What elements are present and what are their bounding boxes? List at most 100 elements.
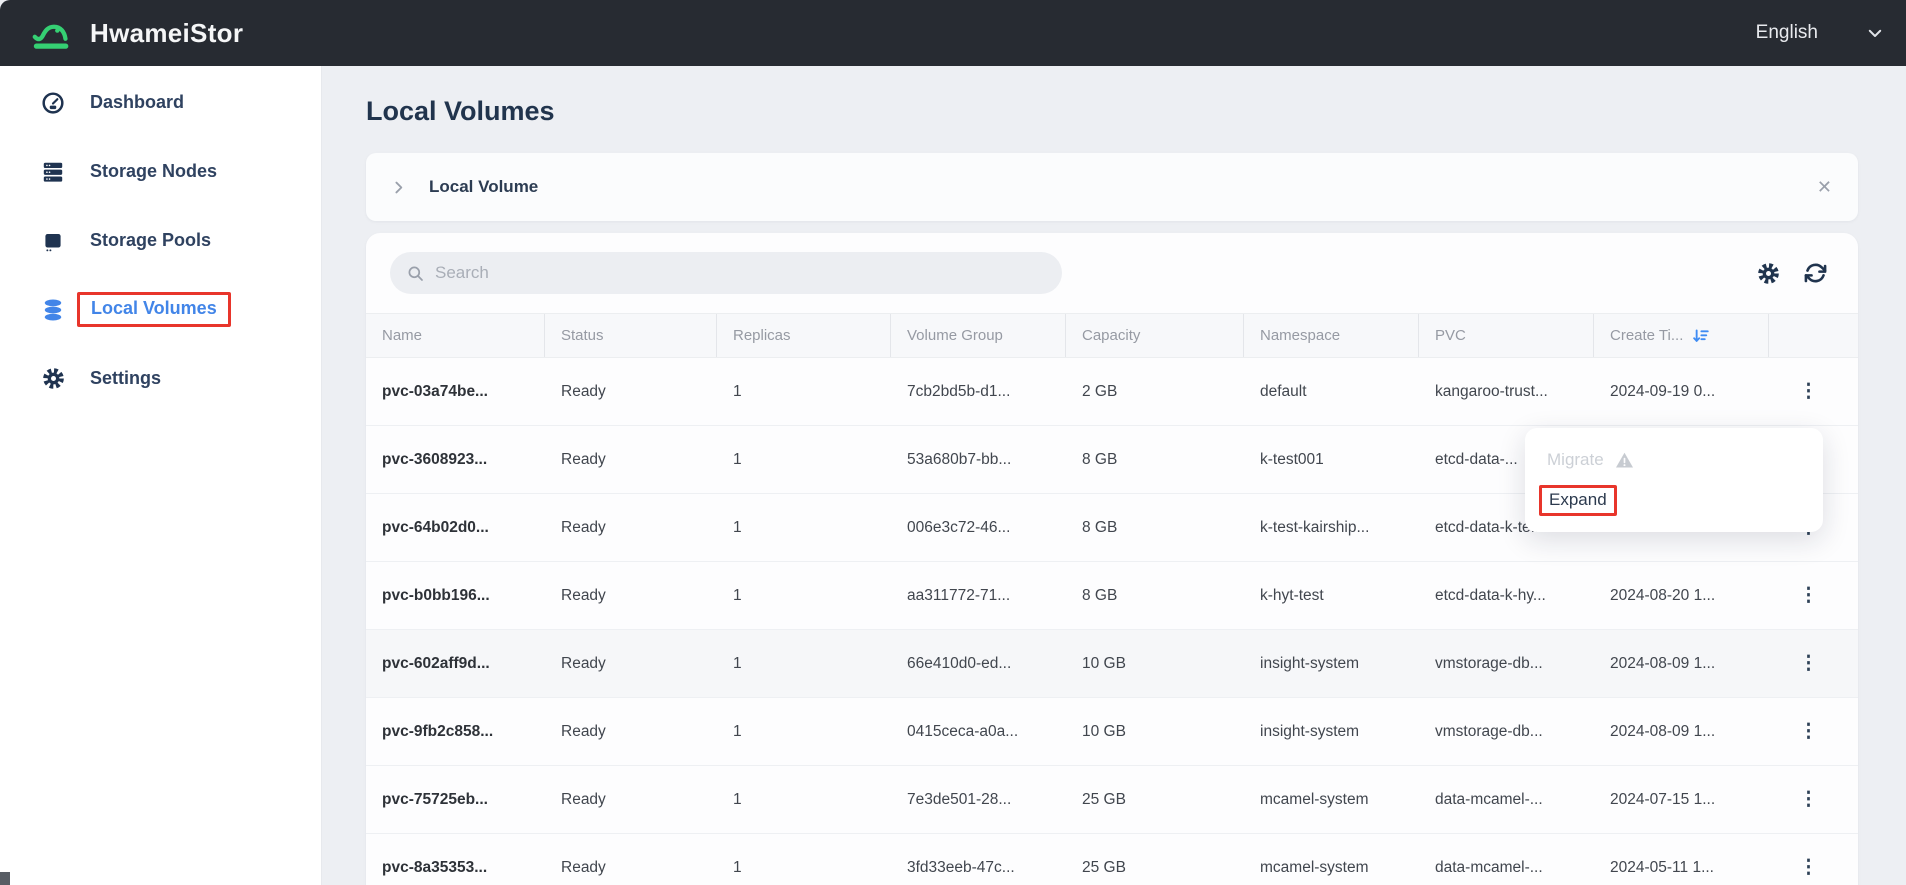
sidebar-item-label: Settings	[90, 368, 161, 389]
cell-replicas: 1	[717, 562, 891, 629]
table-card: Name Status Replicas Volume Group Capaci…	[366, 233, 1858, 885]
table-row: pvc-602aff9d...Ready166e410d0-ed...10 GB…	[366, 630, 1858, 698]
cell-actions: ⋮	[1769, 834, 1858, 885]
sidebar-item-label-annotated: Local Volumes	[77, 292, 231, 327]
cell-namespace: default	[1244, 358, 1419, 425]
sidebar-item-local-volumes[interactable]: Local Volumes	[0, 275, 321, 344]
cell-replicas: 1	[717, 494, 891, 561]
cell-capacity: 25 GB	[1066, 766, 1244, 833]
row-context-menu: Migrate Expand	[1525, 428, 1823, 532]
cell-volume-group: 006e3c72-46...	[891, 494, 1066, 561]
cell-actions: ⋮	[1769, 562, 1858, 629]
cell-capacity: 10 GB	[1066, 698, 1244, 765]
table-row: pvc-9fb2c858...Ready10415ceca-a0a...10 G…	[366, 698, 1858, 766]
cell-status: Ready	[545, 698, 717, 765]
language-label: English	[1756, 22, 1818, 44]
cell-create-time: 2024-07-15 1...	[1594, 766, 1769, 833]
row-actions-kebab-icon[interactable]: ⋮	[1799, 586, 1818, 605]
column-header-pvc[interactable]: PVC	[1419, 314, 1594, 357]
cell-capacity: 2 GB	[1066, 358, 1244, 425]
cell-namespace: mcamel-system	[1244, 766, 1419, 833]
table-row: pvc-b0bb196...Ready1aa311772-71...8 GBk-…	[366, 562, 1858, 630]
window-corner-artifact	[0, 872, 10, 885]
row-actions-kebab-icon[interactable]: ⋮	[1799, 382, 1818, 401]
cell-replicas: 1	[717, 426, 891, 493]
column-header-create-time[interactable]: Create Ti...	[1594, 314, 1769, 357]
refresh-icon[interactable]	[1803, 261, 1828, 286]
cell-name: pvc-9fb2c858...	[366, 698, 545, 765]
column-header-namespace[interactable]: Namespace	[1244, 314, 1419, 357]
sidebar-item-dashboard[interactable]: Dashboard	[0, 68, 321, 137]
cell-replicas: 1	[717, 630, 891, 697]
dashboard-gauge-icon	[40, 90, 66, 116]
sidebar-item-label: Storage Nodes	[90, 161, 217, 182]
language-selector[interactable]: English	[1756, 22, 1884, 44]
sidebar-item-storage-nodes[interactable]: Storage Nodes	[0, 137, 321, 206]
cell-create-time: 2024-08-20 1...	[1594, 562, 1769, 629]
sidebar: Dashboard Storage Nodes S	[0, 66, 322, 885]
cell-pvc: data-mcamel-...	[1419, 834, 1594, 885]
main-content: Local Volumes Local Volume ✕	[322, 66, 1906, 885]
search-icon	[406, 264, 425, 283]
table-toolbar	[366, 233, 1858, 313]
annotation-box-expand: Expand	[1539, 485, 1617, 516]
column-header-name[interactable]: Name	[366, 314, 545, 357]
cell-create-time: 2024-05-11 1...	[1594, 834, 1769, 885]
storage-nodes-icon	[40, 159, 66, 185]
local-volumes-database-icon	[40, 297, 66, 323]
menu-item-label: Migrate	[1547, 450, 1604, 470]
cell-capacity: 8 GB	[1066, 562, 1244, 629]
cell-namespace: insight-system	[1244, 630, 1419, 697]
cell-name: pvc-3608923...	[366, 426, 545, 493]
cell-name: pvc-64b02d0...	[366, 494, 545, 561]
row-actions-kebab-icon[interactable]: ⋮	[1799, 790, 1818, 809]
page-title: Local Volumes	[366, 96, 1906, 127]
sidebar-item-storage-pools[interactable]: Storage Pools	[0, 206, 321, 275]
column-header-capacity[interactable]: Capacity	[1066, 314, 1244, 357]
cell-namespace: k-test001	[1244, 426, 1419, 493]
menu-item-label: Expand	[1549, 490, 1607, 509]
row-actions-kebab-icon[interactable]: ⋮	[1799, 858, 1818, 877]
cell-name: pvc-b0bb196...	[366, 562, 545, 629]
cell-pvc: kangaroo-trust...	[1419, 358, 1594, 425]
sidebar-item-label: Storage Pools	[90, 230, 211, 251]
cell-capacity: 8 GB	[1066, 426, 1244, 493]
cell-create-time: 2024-09-19 0...	[1594, 358, 1769, 425]
chevron-down-icon	[1866, 24, 1884, 42]
sidebar-item-label: Dashboard	[90, 92, 184, 113]
row-actions-kebab-icon[interactable]: ⋮	[1799, 654, 1818, 673]
cell-volume-group: 7cb2bd5b-d1...	[891, 358, 1066, 425]
close-icon[interactable]: ✕	[1817, 177, 1832, 198]
filter-panel-label: Local Volume	[429, 177, 538, 197]
chevron-right-icon[interactable]	[390, 179, 407, 196]
cell-volume-group: 3fd33eeb-47c...	[891, 834, 1066, 885]
column-header-actions	[1769, 314, 1858, 357]
app-title: HwameiStor	[90, 18, 243, 49]
hwameistor-logo-icon	[30, 13, 76, 53]
cell-create-time: 2024-08-09 1...	[1594, 630, 1769, 697]
cell-status: Ready	[545, 766, 717, 833]
row-actions-kebab-icon[interactable]: ⋮	[1799, 722, 1818, 741]
table-row: pvc-03a74be...Ready17cb2bd5b-d1...2 GBde…	[366, 358, 1858, 426]
sort-descending-icon[interactable]	[1692, 327, 1710, 345]
column-header-volume-group[interactable]: Volume Group	[891, 314, 1066, 357]
menu-item-expand[interactable]: Expand	[1525, 480, 1823, 520]
cell-namespace: k-test-kairship...	[1244, 494, 1419, 561]
table-row: pvc-75725eb...Ready17e3de501-28...25 GBm…	[366, 766, 1858, 834]
column-header-replicas[interactable]: Replicas	[717, 314, 891, 357]
search-input[interactable]	[435, 263, 995, 283]
cell-volume-group: 0415ceca-a0a...	[891, 698, 1066, 765]
cell-status: Ready	[545, 834, 717, 885]
cell-name: pvc-03a74be...	[366, 358, 545, 425]
settings-gear-icon	[40, 366, 66, 392]
storage-pools-icon	[40, 228, 66, 254]
cell-create-time: 2024-08-09 1...	[1594, 698, 1769, 765]
table-row: pvc-8a35353...Ready13fd33eeb-47c...25 GB…	[366, 834, 1858, 885]
cell-pvc: vmstorage-db...	[1419, 698, 1594, 765]
brand: HwameiStor	[30, 13, 243, 53]
sidebar-item-settings[interactable]: Settings	[0, 344, 321, 413]
table-settings-gear-icon[interactable]	[1756, 261, 1781, 286]
search-box[interactable]	[390, 252, 1062, 294]
column-header-status[interactable]: Status	[545, 314, 717, 357]
cell-name: pvc-75725eb...	[366, 766, 545, 833]
